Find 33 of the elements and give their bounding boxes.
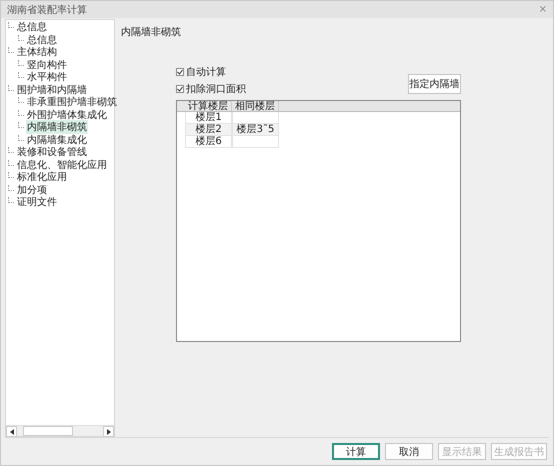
column-header: 相同楼层 (232, 101, 279, 111)
window-title: 湖南省装配率计算 (7, 4, 87, 16)
tree-item[interactable]: 内隔墙非砌筑 (26, 120, 88, 134)
tree-item[interactable]: 水平构件 (26, 70, 68, 84)
assign-wall-button[interactable]: 指定内隔墙 (408, 74, 461, 94)
tree-item[interactable]: 围护墙和内隔墙 (16, 82, 88, 97)
action-button[interactable]: 计算 (332, 443, 380, 460)
tree-item[interactable]: 总信息 (26, 32, 58, 47)
tree-item[interactable]: 加分项 (16, 182, 48, 197)
table-cell: 楼层3˜5 (232, 124, 279, 136)
tree-item[interactable]: 竖向构件 (26, 58, 68, 72)
tree-item[interactable]: 信息化、智能化应用 (16, 158, 108, 172)
panel-heading: 内隔墙非砌筑 (121, 26, 182, 39)
scroll-right-icon[interactable] (103, 426, 114, 437)
tree-item[interactable]: 非承重围护墙非砌筑 (26, 95, 118, 110)
tree-item[interactable]: 总信息 (16, 20, 48, 34)
checkbox-label: 扣除洞口面积 (186, 82, 246, 96)
checkbox-label: 自动计算 (186, 66, 226, 79)
tree-item[interactable]: 标准化应用 (16, 170, 68, 184)
tree-item[interactable]: 证明文件 (16, 195, 58, 210)
action-button[interactable]: 取消 (385, 443, 433, 460)
checkbox[interactable] (176, 68, 184, 76)
tree-item[interactable]: 装修和设备管线 (16, 145, 88, 160)
table-cell: 楼层6 (185, 136, 232, 148)
column-header: 计算楼层 (185, 101, 232, 111)
tree-item[interactable]: 内隔墙集成化 (26, 132, 88, 147)
table-cell: 楼层1 (185, 112, 232, 124)
checkbox[interactable] (176, 85, 184, 93)
scroll-left-icon[interactable] (6, 426, 17, 437)
table-cell: 楼层2 (185, 124, 232, 136)
tree-item[interactable]: 外围护墙体集成化 (26, 108, 108, 122)
tree-item[interactable]: 主体结构 (16, 45, 58, 60)
horizontal-scrollbar[interactable] (6, 425, 114, 436)
